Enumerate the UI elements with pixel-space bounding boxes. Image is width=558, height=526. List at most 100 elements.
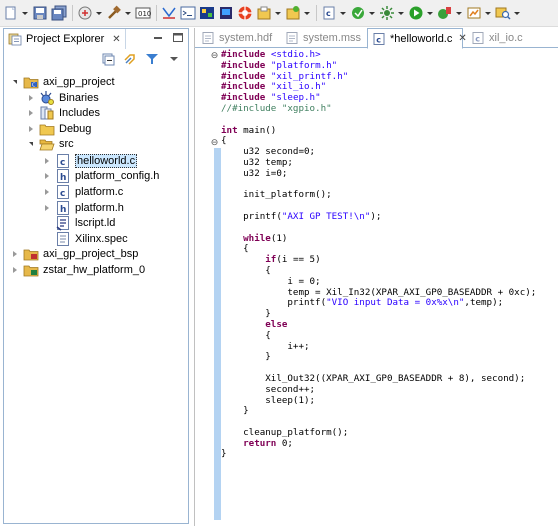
expanded-arrow-icon[interactable] (10, 78, 19, 87)
hardware-icon[interactable] (218, 5, 234, 21)
board-icon[interactable] (199, 5, 215, 21)
build-icon[interactable] (106, 5, 122, 21)
tree-item-platform-h[interactable]: h platform.h (42, 200, 124, 216)
code-line[interactable]: } (221, 352, 536, 363)
project-explorer-toolbar (4, 49, 188, 69)
new-source-icon[interactable]: c (321, 5, 337, 21)
dropdown-arrow-icon[interactable] (427, 5, 433, 21)
terminal-icon[interactable] (180, 5, 196, 21)
dropdown-arrow-icon[interactable] (398, 5, 404, 21)
tree-item-xilinx-spec[interactable]: Xilinx.spec (42, 231, 128, 247)
editor-tab-xil-io-c[interactable]: c xil_io.c (467, 28, 537, 48)
collapsed-arrow-icon[interactable] (10, 250, 19, 259)
dropdown-arrow-icon[interactable] (369, 5, 375, 21)
tree-item-includes[interactable]: Includes (26, 105, 100, 121)
c-file-icon: c (55, 184, 71, 200)
collapsed-arrow-icon[interactable] (42, 157, 51, 166)
coverage-icon[interactable] (466, 5, 482, 21)
code-line[interactable]: } (221, 405, 536, 417)
expanded-arrow-icon[interactable] (26, 140, 35, 149)
view-menu-icon[interactable] (166, 51, 182, 67)
dropdown-arrow-icon[interactable] (456, 5, 462, 21)
minimize-icon[interactable] (152, 32, 164, 44)
save-all-icon[interactable] (51, 5, 67, 21)
fold-toggle-icon[interactable]: ⊖ (210, 52, 219, 61)
collapsed-arrow-icon[interactable] (42, 204, 51, 213)
link-with-editor-icon[interactable] (122, 51, 138, 67)
dropdown-arrow-icon[interactable] (485, 5, 491, 21)
code-line[interactable]: int main() (221, 125, 536, 137)
code-line[interactable]: #include "platform.h" (221, 60, 536, 72)
editor-tab-system-hdf[interactable]: system.hdf (197, 28, 277, 48)
tree-item-debug[interactable]: Debug (26, 121, 91, 137)
project-explorer-tab[interactable]: Project Explorer ✕ (4, 29, 126, 49)
code-line[interactable]: //#include "xgpio.h" (221, 103, 536, 115)
code-line[interactable]: return 0; (221, 438, 536, 450)
dropdown-arrow-icon[interactable] (125, 5, 131, 21)
sdk-icon[interactable]: 010 (135, 5, 151, 21)
dropdown-arrow-icon[interactable] (22, 5, 28, 21)
code-line[interactable]: i = 0; (221, 276, 536, 288)
code-line[interactable]: printf("AXI GP TEST!\n"); (221, 211, 536, 223)
code-line[interactable]: { (221, 330, 536, 342)
close-icon[interactable]: ✕ (458, 33, 466, 44)
tree-item-axi-gp-project-bsp[interactable]: axi_gp_project_bsp (10, 246, 138, 262)
maximize-icon[interactable] (172, 32, 184, 44)
code-line[interactable]: u32 i=0; (221, 168, 536, 180)
dropdown-arrow-icon[interactable] (514, 5, 520, 21)
code-line[interactable]: ​ (221, 115, 536, 126)
fold-toggle-icon[interactable]: ⊖ (210, 139, 219, 148)
run-icon[interactable] (408, 5, 424, 21)
collapsed-arrow-icon[interactable] (10, 266, 19, 275)
editor-tab-helloworld-c[interactable]: c *helloworld.c ✕ (367, 28, 467, 49)
editor-gutter (195, 49, 202, 526)
search-icon[interactable] (495, 5, 511, 21)
xmd-console-icon[interactable] (161, 5, 177, 21)
tree-item-label: src (59, 138, 74, 150)
project-icon: C (23, 74, 39, 90)
collapsed-arrow-icon[interactable] (26, 109, 35, 118)
code-line[interactable]: init_platform(); (221, 190, 536, 201)
editor-tab-label: *helloworld.c (390, 32, 453, 45)
editor-body[interactable]: ⊖ ⊖ #include <stdio.h> #include "platform… (195, 49, 558, 526)
tree-item-helloworld-c[interactable]: c helloworld.c (42, 153, 138, 169)
collapsed-arrow-icon[interactable] (42, 172, 51, 181)
collapsed-arrow-icon[interactable] (26, 94, 35, 103)
code-line[interactable]: } (221, 449, 536, 460)
tree-item-lscript-ld[interactable]: lscript.ld (42, 215, 115, 231)
dropdown-arrow-icon[interactable] (96, 5, 102, 21)
save-icon[interactable] (32, 5, 48, 21)
code-line[interactable]: second++; (221, 384, 536, 396)
launch-icon[interactable] (237, 5, 253, 21)
collapse-all-icon[interactable] (100, 51, 116, 67)
new-project-icon[interactable] (285, 5, 301, 21)
program-fpga-icon[interactable] (77, 5, 93, 21)
external-tool-icon[interactable] (379, 5, 395, 21)
tree-item-axi-gp-project[interactable]: Caxi_gp_project (10, 74, 115, 90)
tree-item-label: platform.c (75, 186, 124, 198)
tree-item-label: Debug (59, 123, 92, 135)
debug-icon[interactable] (350, 5, 366, 21)
tree-item-binaries[interactable]: Binaries (26, 90, 99, 106)
collapsed-arrow-icon[interactable] (42, 188, 51, 197)
tree-item-src[interactable]: src (26, 136, 74, 152)
run-config-icon[interactable] (437, 5, 453, 21)
code-line[interactable]: while(1) (221, 233, 536, 245)
dropdown-arrow-icon[interactable] (275, 5, 281, 21)
editor-tab-system-mss[interactable]: system.mss (281, 28, 363, 48)
code-line[interactable]: sleep(1); (221, 395, 536, 407)
launch-config-icon[interactable] (256, 5, 272, 21)
close-icon[interactable]: ✕ (112, 34, 120, 45)
dropdown-arrow-icon[interactable] (304, 5, 310, 21)
tree-item-platform-config-h[interactable]: h platform_config.h (42, 168, 159, 184)
dropdown-arrow-icon[interactable] (340, 5, 346, 21)
tree-item-zstar-hw-platform-0[interactable]: zstar_hw_platform_0 (10, 262, 145, 278)
svg-text:c: c (376, 35, 381, 44)
code-content[interactable]: #include <stdio.h> #include "platform.h" #… (221, 49, 536, 460)
toolbar-separator (72, 5, 73, 21)
filter-icon[interactable] (144, 51, 160, 67)
new-icon[interactable] (3, 5, 19, 21)
tree-item-platform-c[interactable]: c platform.c (42, 184, 123, 200)
collapsed-arrow-icon[interactable] (26, 125, 35, 134)
svg-text:c: c (60, 158, 65, 168)
